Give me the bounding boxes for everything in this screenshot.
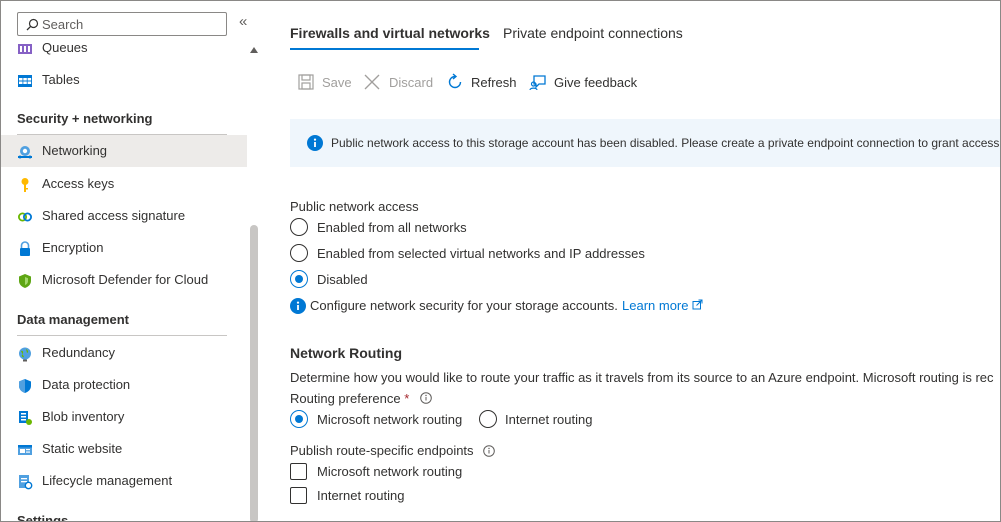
checkbox-label: Internet routing: [317, 488, 405, 503]
sidebar-item-label: Data protection: [42, 377, 131, 392]
collapse-sidebar-button[interactable]: «: [239, 14, 247, 30]
sidebar-item-label: Redundancy: [42, 345, 115, 360]
sidebar-item-tables[interactable]: Tables: [1, 64, 247, 96]
network-routing-heading: Network Routing: [290, 345, 402, 361]
network-routing-description: Determine how you would like to route yo…: [290, 370, 994, 385]
section-heading-security: Security + networking: [17, 111, 153, 126]
discard-label: Discard: [389, 75, 434, 90]
publish-endpoints-label: Publish route-specific endpoints: [290, 443, 474, 458]
radio-label: Enabled from selected virtual networks a…: [317, 246, 645, 261]
network-security-info-text: Configure network security for your stor…: [310, 298, 618, 313]
info-icon: [307, 135, 323, 151]
sidebar-item-label: Networking: [42, 143, 108, 158]
learn-more-label: Learn more: [622, 298, 689, 313]
sidebar-item-static-website[interactable]: Static website: [1, 433, 247, 465]
refresh-icon: [446, 73, 464, 91]
refresh-button[interactable]: Refresh: [446, 71, 517, 93]
sidebar-item-label: Access keys: [42, 176, 115, 191]
lock-icon: [17, 241, 33, 257]
sidebar-item-label: Static website: [42, 441, 123, 456]
external-link-icon: [692, 298, 703, 313]
sidebar-item-label: Shared access signature: [42, 208, 186, 223]
radio-label: Disabled: [317, 272, 368, 287]
section-heading-data-management: Data management: [17, 312, 129, 327]
sidebar-item-access-keys[interactable]: Access keys: [1, 168, 247, 200]
tab-firewalls-and-virtual-networks[interactable]: Firewalls and virtual networks: [290, 25, 490, 41]
checkbox-microsoft-network-routing[interactable]: [290, 463, 307, 480]
search-input[interactable]: [42, 16, 222, 32]
sidebar-item-blob-inventory[interactable]: Blob inventory: [1, 401, 247, 433]
radio-label: Enabled from all networks: [317, 220, 467, 235]
info-circle-icon[interactable]: [483, 445, 495, 457]
active-tab-indicator: [290, 48, 479, 50]
sidebar-item-label: Blob inventory: [42, 409, 125, 424]
tables-icon: [17, 73, 33, 89]
shield-icon: [17, 273, 33, 289]
sidebar-item-lifecycle-management[interactable]: Lifecycle management: [1, 465, 247, 497]
globe-icon: [17, 346, 33, 362]
give-feedback-label: Give feedback: [554, 75, 638, 90]
sidebar: « Queues Tables Security + networking Ne…: [1, 1, 259, 522]
sidebar-item-label: Queues: [42, 40, 88, 55]
radio-enabled-selected-networks[interactable]: [290, 244, 308, 262]
refresh-label: Refresh: [471, 75, 517, 90]
sidebar-item-data-protection[interactable]: Data protection: [1, 369, 247, 401]
key-icon: [17, 177, 33, 193]
radio-internet-routing[interactable]: [479, 410, 497, 428]
save-icon: [297, 73, 315, 91]
radio-label: Internet routing: [505, 412, 593, 427]
lifecycle-icon: [17, 474, 33, 490]
radio-microsoft-network-routing[interactable]: [290, 410, 308, 428]
public-network-access-label: Public network access: [290, 199, 419, 214]
sidebar-item-label: Tables: [42, 72, 80, 87]
info-banner-text: Public network access to this storage ac…: [331, 136, 1001, 150]
routing-preference-text: Routing preference: [290, 391, 401, 406]
give-feedback-button[interactable]: Give feedback: [529, 71, 639, 93]
inventory-icon: [17, 410, 33, 426]
website-icon: [17, 442, 33, 458]
sidebar-item-networking[interactable]: Networking: [1, 135, 247, 167]
sidebar-item-defender[interactable]: Microsoft Defender for Cloud: [1, 264, 247, 296]
sidebar-item-queues[interactable]: Queues: [1, 32, 247, 64]
radio-enabled-all-networks[interactable]: [290, 218, 308, 236]
sidebar-item-shared-access-signature[interactable]: Shared access signature: [1, 200, 247, 232]
sidebar-item-label: Microsoft Defender for Cloud: [42, 272, 209, 287]
info-banner: Public network access to this storage ac…: [290, 119, 1001, 167]
section-heading-settings: Settings: [17, 513, 69, 522]
info-icon: [290, 298, 306, 314]
data-protection-icon: [17, 378, 33, 394]
networking-icon: [17, 144, 33, 160]
section-divider: [17, 335, 227, 336]
radio-disabled[interactable]: [290, 270, 308, 288]
link-icon: [17, 209, 33, 225]
required-marker: *: [404, 391, 410, 406]
sidebar-scroll-thumb[interactable]: [250, 225, 258, 521]
radio-label: Microsoft network routing: [317, 412, 463, 427]
sidebar-item-label: Encryption: [42, 240, 104, 255]
scroll-up-arrow-icon[interactable]: [250, 47, 258, 53]
discard-button[interactable]: Discard: [363, 71, 435, 93]
tab-private-endpoint-connections[interactable]: Private endpoint connections: [503, 25, 683, 41]
main-content: Firewalls and virtual networks Private e…: [259, 1, 1001, 521]
checkbox-label: Microsoft network routing: [317, 464, 463, 479]
sidebar-item-encryption[interactable]: Encryption: [1, 232, 247, 264]
sidebar-item-label: Lifecycle management: [42, 473, 173, 488]
save-button[interactable]: Save: [297, 71, 357, 93]
sidebar-item-redundancy[interactable]: Redundancy: [1, 337, 247, 369]
routing-preference-label: Routing preference *: [290, 391, 409, 406]
checkbox-internet-routing[interactable]: [290, 487, 307, 504]
queues-icon: [17, 41, 33, 57]
info-circle-icon[interactable]: [420, 392, 432, 404]
learn-more-link[interactable]: Learn more: [622, 298, 703, 313]
save-label: Save: [322, 75, 352, 90]
window-frame: « Queues Tables Security + networking Ne…: [0, 0, 1001, 522]
close-icon: [363, 73, 381, 91]
feedback-icon: [529, 73, 547, 91]
